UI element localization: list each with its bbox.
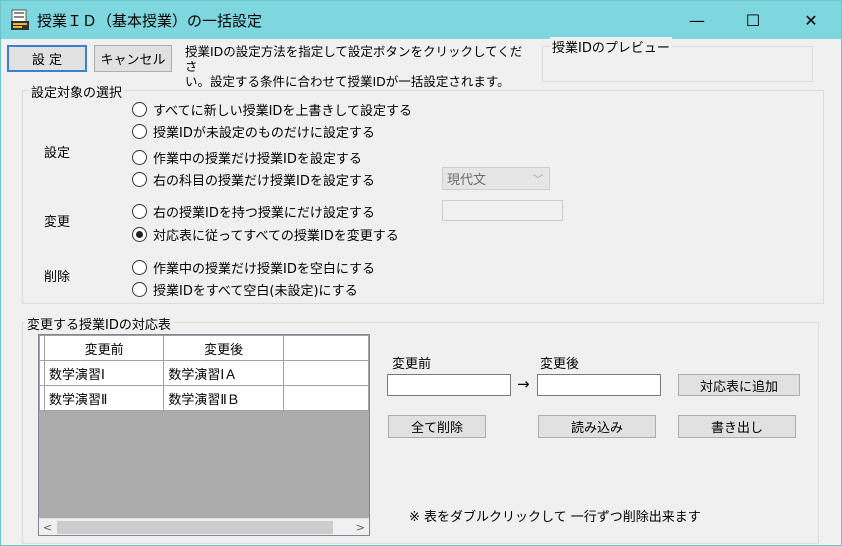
radio-circle[interactable] xyxy=(132,123,147,139)
radio-unset-only[interactable]: 授業IDが未設定のものだけに設定する xyxy=(132,121,375,141)
mapping-grid[interactable]: 変更前 変更後 数学演習Ⅰ 数学演習ⅠＡ 数学演習Ⅱ 数学演習ⅡＢ < > xyxy=(38,334,370,536)
mapping-table[interactable]: 変更前 変更後 数学演習Ⅰ 数学演習ⅠＡ 数学演習Ⅱ 数学演習ⅡＢ xyxy=(39,335,370,411)
radio-label: 右の授業IDを持つ授業にだけ設定する xyxy=(153,205,375,221)
radio-label: 右の科目の授業だけ授業IDを設定する xyxy=(153,173,375,189)
radio-circle[interactable] xyxy=(132,259,147,275)
maximize-icon: ☐ xyxy=(745,10,761,30)
radio-blank-working[interactable]: 作業中の授業だけ授業IDを空白にする xyxy=(132,257,375,277)
close-icon: ✕ xyxy=(804,10,818,30)
mapping-group-title: 変更する授業IDの対応表 xyxy=(25,314,173,333)
radio-circle[interactable] xyxy=(132,226,147,242)
radio-change-by-table[interactable]: 対応表に従ってすべての授業IDを変更する xyxy=(132,224,399,244)
title-bar: 授業ＩＤ（基本授業）の一括設定 — ☐ ✕ xyxy=(1,1,841,39)
radio-subject-only[interactable]: 右の科目の授業だけ授業IDを設定する xyxy=(132,169,375,189)
close-button[interactable]: ✕ xyxy=(783,1,839,39)
delete-all-button[interactable]: 全て削除 xyxy=(388,415,486,438)
table-cell[interactable]: 数学演習Ⅱ xyxy=(43,385,165,411)
app-icon xyxy=(11,9,29,30)
section-set-label: 設定 xyxy=(44,146,71,161)
table-cell xyxy=(282,360,370,386)
column-header-before[interactable]: 変更前 xyxy=(43,335,165,361)
maximize-button[interactable]: ☐ xyxy=(725,1,781,39)
target-group-title: 設定対象の選択 xyxy=(29,82,125,101)
radio-label: 対応表に従ってすべての授業IDを変更する xyxy=(153,228,399,244)
window-title: 授業ＩＤ（基本授業）の一括設定 xyxy=(37,12,263,30)
radio-label: すべてに新しい授業IDを上書きして設定する xyxy=(153,103,413,119)
radio-label: 授業IDが未設定のものだけに設定する xyxy=(153,125,375,141)
scroll-left-icon[interactable]: < xyxy=(39,519,56,536)
set-button[interactable]: 設 定 xyxy=(7,45,87,72)
radio-circle[interactable] xyxy=(132,101,147,117)
minimize-button[interactable]: — xyxy=(669,1,725,39)
section-delete-label: 削除 xyxy=(44,270,71,285)
instruction-line-1: 授業IDの設定方法を指定して設定ボタンをクリックしてくださ xyxy=(185,44,523,74)
radio-circle[interactable] xyxy=(132,281,147,297)
radio-circle[interactable] xyxy=(132,203,147,219)
instruction-text: 授業IDの設定方法を指定して設定ボタンをクリックしてくださ い。設定する条件に合… xyxy=(185,44,525,89)
radio-circle[interactable] xyxy=(132,171,147,187)
radio-overwrite-all[interactable]: すべてに新しい授業IDを上書きして設定する xyxy=(132,99,412,119)
export-button[interactable]: 書き出し xyxy=(678,415,796,438)
horizontal-scrollbar[interactable]: < > xyxy=(39,518,369,535)
chevron-down-icon: ﹀ xyxy=(533,175,543,186)
scrollbar-thumb[interactable] xyxy=(57,521,333,534)
dialog-window: 授業ＩＤ（基本授業）の一括設定 — ☐ ✕ 設 定 キャンセル 授業IDの設定方… xyxy=(0,0,842,546)
subject-combo[interactable]: 現代文 ﹀ xyxy=(442,167,550,190)
cancel-button[interactable]: キャンセル xyxy=(94,45,172,72)
radio-circle[interactable] xyxy=(132,149,147,165)
table-cell[interactable]: 数学演習ⅡＢ xyxy=(163,385,284,411)
table-cell xyxy=(282,385,370,411)
table-row[interactable]: 数学演習Ⅰ 数学演習ⅠＡ xyxy=(39,360,370,386)
before-label: 変更前 xyxy=(392,357,432,372)
column-header-empty xyxy=(282,335,370,361)
table-header-row: 変更前 変更後 xyxy=(39,335,370,361)
instruction-line-2: い。設定する条件に合わせて授業IDが一括設定されます。 xyxy=(185,74,510,89)
before-input[interactable] xyxy=(387,374,511,396)
preview-title: 授業IDのプレビュー xyxy=(550,37,672,56)
minimize-icon: — xyxy=(689,10,705,30)
table-cell[interactable]: 数学演習ⅠＡ xyxy=(163,360,284,386)
load-button[interactable]: 読み込み xyxy=(538,415,656,438)
arrow-right-icon: → xyxy=(517,375,530,393)
table-row[interactable]: 数学演習Ⅱ 数学演習ⅡＢ xyxy=(39,385,370,411)
table-cell[interactable]: 数学演習Ⅰ xyxy=(43,360,165,386)
radio-label: 授業IDをすべて空白(未設定)にする xyxy=(153,283,358,299)
radio-label: 作業中の授業だけ授業IDを設定する xyxy=(153,151,362,167)
radio-working-only[interactable]: 作業中の授業だけ授業IDを設定する xyxy=(132,147,362,167)
radio-label: 作業中の授業だけ授業IDを空白にする xyxy=(153,261,375,277)
subject-combo-value: 現代文 xyxy=(447,173,487,188)
add-to-table-button[interactable]: 対応表に追加 xyxy=(678,374,800,396)
after-input[interactable] xyxy=(537,374,661,396)
column-header-after[interactable]: 変更後 xyxy=(163,335,284,361)
after-label: 変更後 xyxy=(540,357,580,372)
scroll-right-icon[interactable]: > xyxy=(352,519,369,536)
delete-hint-note: ※ 表をダブルクリックして 一行ずつ削除出来ます xyxy=(409,510,701,525)
radio-blank-all[interactable]: 授業IDをすべて空白(未設定)にする xyxy=(132,279,358,299)
section-change-label: 変更 xyxy=(44,215,71,230)
id-filter-input[interactable] xyxy=(442,200,563,221)
radio-by-id[interactable]: 右の授業IDを持つ授業にだけ設定する xyxy=(132,201,375,221)
